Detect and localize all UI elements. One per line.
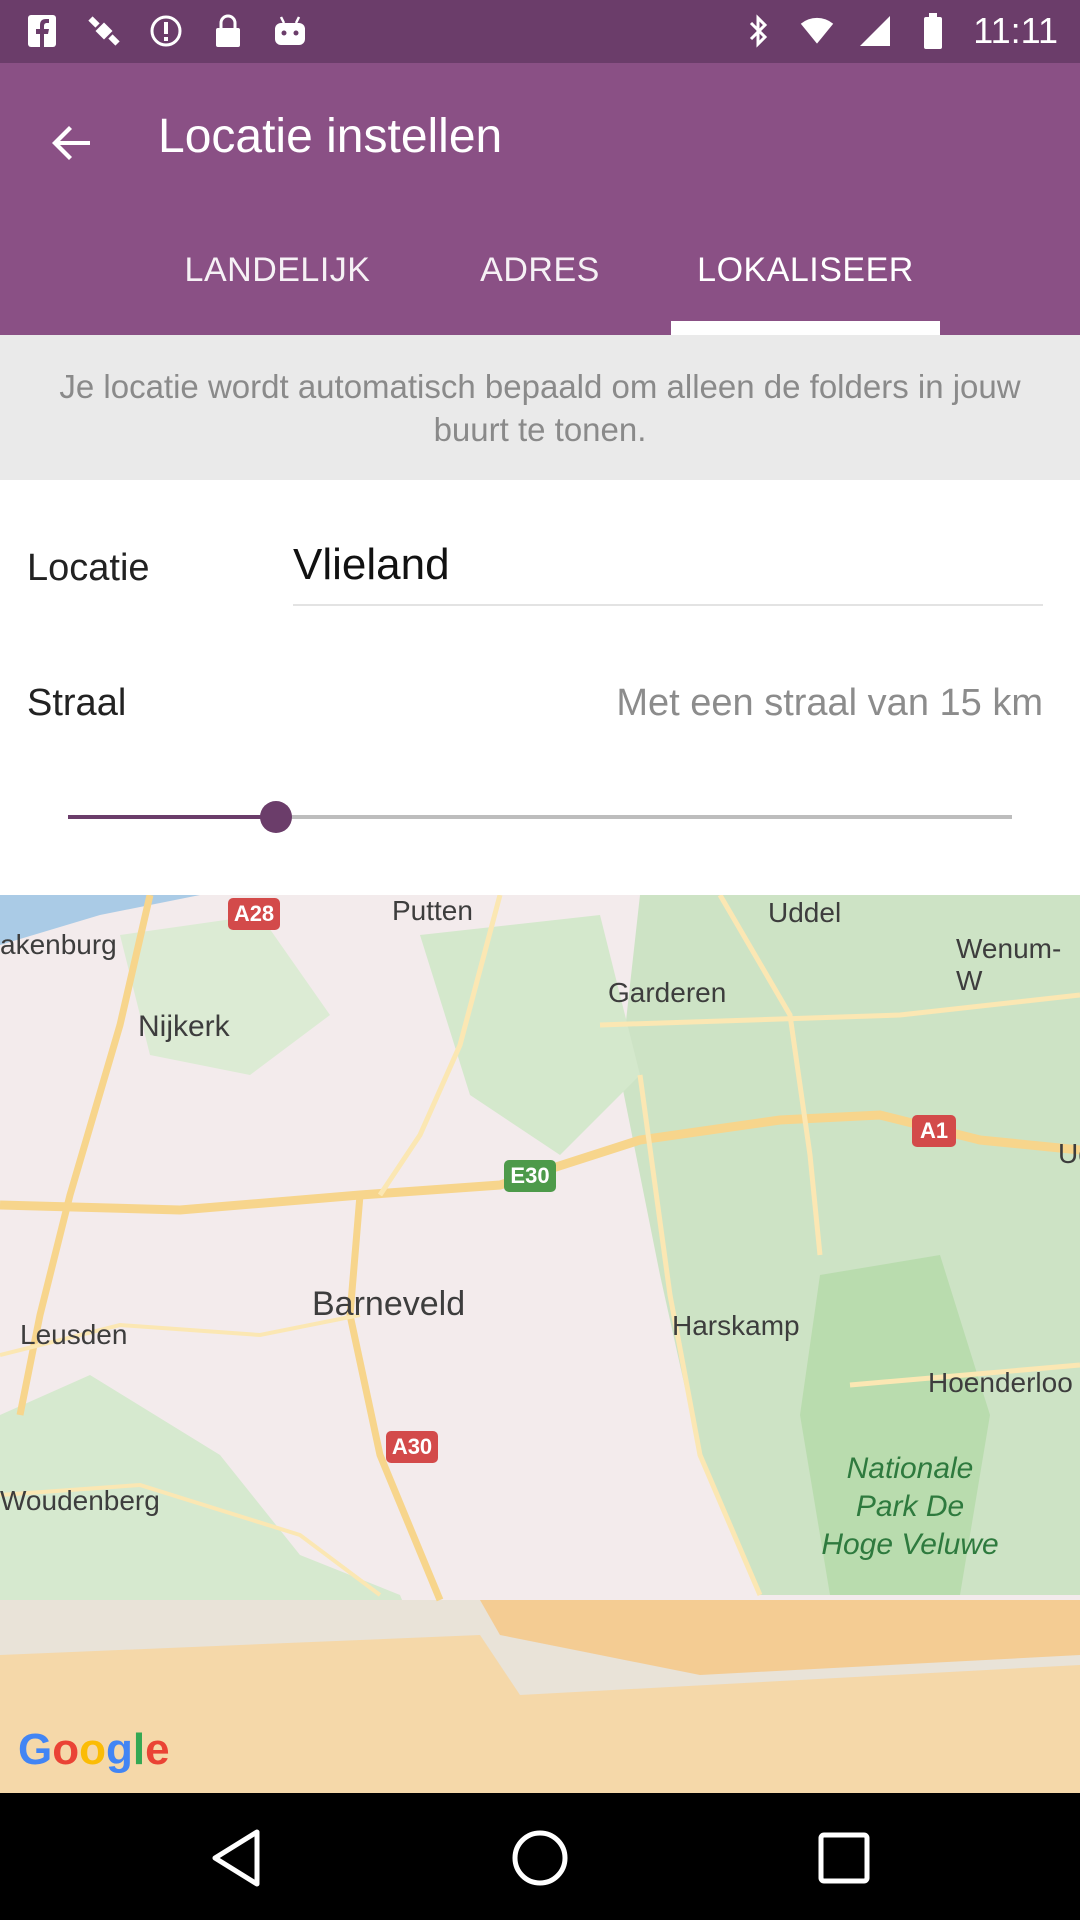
map-place-label: Ud <box>1058 1138 1080 1169</box>
bluetooth-icon <box>741 12 777 50</box>
location-form: Locatie Vlieland Straal Met een straal v… <box>0 480 1080 895</box>
navigation-bar <box>0 1793 1080 1920</box>
tab-bar: LANDELIJK ADRES LOKALISEER <box>0 239 1080 335</box>
page-title: Locatie instellen <box>158 110 503 163</box>
road-shield-a28: A28 <box>228 898 280 930</box>
map-place-label: Leusden <box>20 1319 128 1350</box>
alert-icon <box>148 12 184 50</box>
cellular-icon <box>857 12 893 50</box>
park-line: Park De <box>855 1490 965 1523</box>
map-place-label: Putten <box>392 895 473 926</box>
map-place-label: Garderen <box>608 977 727 1008</box>
back-triangle-icon <box>212 1829 260 1887</box>
road-shield-a1: A1 <box>912 1115 956 1147</box>
map-place-label: Woudenberg <box>0 1485 160 1516</box>
tab-label: ADRES <box>480 251 600 289</box>
map-place-label: Wenum-W <box>956 933 1062 996</box>
facebook-icon <box>24 12 60 50</box>
map-view[interactable]: Putten Uddel akenburg Wenum-W Garderen N… <box>0 895 1080 1793</box>
tab-adres[interactable]: ADRES <box>430 239 650 335</box>
battery-icon <box>915 12 951 50</box>
map-park-label: Nationale Park De Hoge Veluwe <box>800 1450 1020 1564</box>
back-button[interactable] <box>34 105 110 181</box>
location-label: Locatie <box>27 547 150 589</box>
tab-lokaliseer[interactable]: LOKALISEER <box>671 239 940 335</box>
road-shield-e30: E30 <box>504 1160 556 1192</box>
info-banner: Je locatie wordt automatisch bepaald om … <box>0 335 1080 480</box>
park-line: Hoge Veluwe <box>821 1528 999 1561</box>
map-place-label: akenburg <box>0 929 117 960</box>
nav-back-button[interactable] <box>204 1826 268 1890</box>
map-place-label: Uddel <box>768 897 842 928</box>
radius-label: Straal <box>27 682 127 724</box>
tab-label: LANDELIJK <box>184 251 371 289</box>
map-place-label: Barneveld <box>312 1285 466 1323</box>
home-circle-icon <box>512 1830 568 1886</box>
google-logo: Google <box>18 1725 170 1774</box>
radius-slider-fill <box>68 815 276 819</box>
location-field[interactable]: Vlieland <box>293 540 1043 606</box>
map-place-label: Nijkerk <box>138 1010 230 1043</box>
park-line: Nationale <box>846 1452 974 1485</box>
nav-recents-button[interactable] <box>812 1826 876 1890</box>
nav-home-button[interactable] <box>508 1826 572 1890</box>
app-bar: Locatie instellen LANDELIJK ADRES LOKALI… <box>0 63 1080 335</box>
radius-value-text: Met een straal van 15 km <box>616 682 1043 724</box>
android-icon <box>272 12 308 50</box>
map-place-label: Harskamp <box>672 1310 800 1341</box>
status-time: 11:11 <box>973 10 1058 51</box>
active-tab-indicator <box>671 321 940 335</box>
map-place-label: Hoenderloo <box>928 1367 1073 1398</box>
lock-icon <box>210 12 246 50</box>
wifi-icon <box>799 12 835 50</box>
status-bar: 11:11 <box>0 0 1080 63</box>
tab-label: LOKALISEER <box>697 251 914 289</box>
radius-slider-thumb[interactable] <box>259 801 292 833</box>
tab-landelijk[interactable]: LANDELIJK <box>150 239 405 335</box>
fake-gps-icon <box>86 12 122 50</box>
road-shield-a30: A30 <box>386 1431 438 1463</box>
arrow-left-icon <box>52 126 90 160</box>
recents-square-icon <box>818 1832 870 1884</box>
